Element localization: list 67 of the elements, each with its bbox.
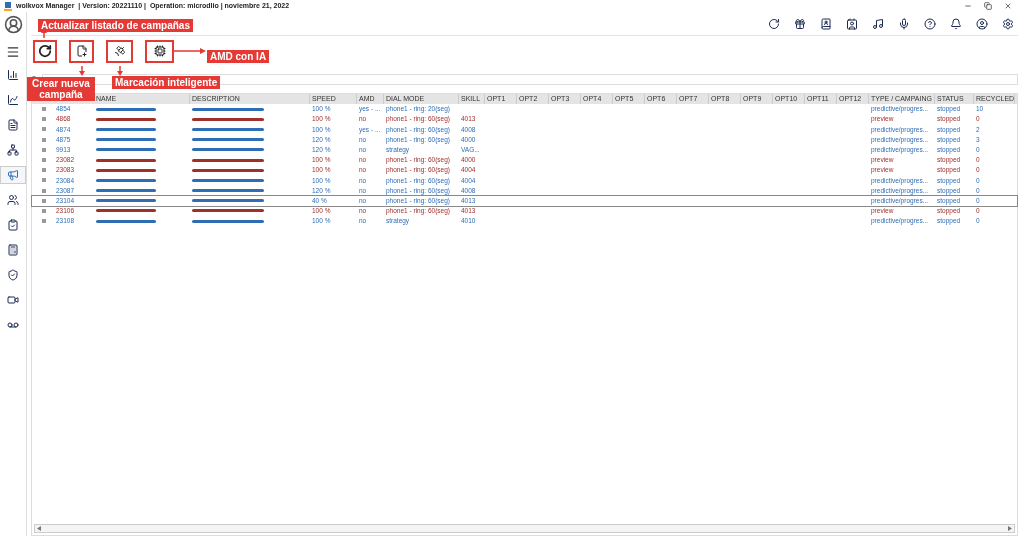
redacted-text	[192, 138, 264, 142]
refresh-icon	[38, 44, 52, 58]
callout-tooltip: AMD con IA	[207, 50, 270, 63]
refresh-button[interactable]	[33, 39, 57, 63]
status-square-icon	[42, 127, 46, 132]
amd-ai-button[interactable]	[145, 39, 174, 63]
settings-icon[interactable]	[1002, 17, 1014, 30]
document-icon	[7, 119, 19, 131]
calculator-icon	[7, 244, 19, 256]
status-square-icon	[42, 137, 46, 142]
line-chart-icon	[7, 94, 19, 106]
redacted-text	[192, 148, 264, 152]
hierarchy-icon	[7, 144, 19, 156]
shield-icon	[7, 269, 19, 281]
status-square-icon	[42, 168, 46, 173]
new-campaign-button[interactable]	[69, 39, 94, 63]
callout-tooltip: Marcación inteligente	[112, 76, 221, 89]
avatar-icon[interactable]	[3, 15, 23, 34]
notification-icon[interactable]	[950, 17, 962, 30]
redacted-text	[192, 178, 264, 182]
scroll-right-icon[interactable]	[1008, 526, 1012, 531]
megaphone-icon	[7, 169, 19, 181]
status-square-icon	[42, 178, 46, 183]
microphone-icon[interactable]	[898, 17, 910, 30]
refresh-icon[interactable]	[768, 17, 780, 30]
menu-icon[interactable]	[6, 45, 20, 59]
redacted-text	[192, 199, 264, 203]
video-icon	[7, 294, 19, 306]
status-square-icon	[42, 117, 46, 122]
status-square-icon	[42, 208, 46, 213]
people-icon	[7, 194, 19, 206]
redacted-text	[192, 127, 264, 131]
restore-icon[interactable]	[984, 2, 992, 10]
music-note-icon[interactable]	[872, 17, 884, 30]
voicemail-icon	[7, 319, 19, 331]
checklist-icon	[7, 219, 19, 231]
bar-chart-icon	[7, 69, 19, 81]
smart-dialing-button[interactable]	[106, 39, 133, 63]
status-square-icon	[42, 158, 46, 163]
gift-icon[interactable]	[794, 17, 806, 30]
contact-card-icon[interactable]	[846, 17, 858, 30]
close-icon[interactable]	[1004, 2, 1012, 10]
user-icon[interactable]	[976, 17, 988, 30]
arrow-icon	[117, 66, 123, 76]
redacted-text	[192, 219, 264, 223]
satellite-icon	[113, 45, 126, 57]
horizontal-scrollbar[interactable]	[34, 524, 1015, 533]
status-square-icon	[42, 188, 46, 193]
redacted-text	[192, 168, 264, 172]
redacted-text	[192, 107, 264, 111]
redacted-text	[192, 117, 264, 121]
scroll-left-icon[interactable]	[37, 526, 41, 531]
status-square-icon	[42, 107, 46, 112]
arrow-icon	[174, 48, 206, 54]
callout-tooltip: Crear nueva campaña	[27, 77, 95, 101]
contact-book-icon[interactable]	[820, 17, 832, 30]
redacted-text	[192, 158, 264, 162]
redacted-text	[192, 209, 264, 213]
document-plus-icon	[75, 45, 88, 57]
status-square-icon	[42, 219, 46, 224]
help-icon[interactable]	[924, 17, 936, 30]
callout-tooltip: Actualizar listado de campañas	[38, 19, 193, 32]
redacted-text	[192, 189, 264, 193]
status-square-icon	[42, 198, 46, 203]
app-logo-icon	[4, 1, 12, 11]
arrow-icon	[79, 66, 85, 76]
status-square-icon	[42, 147, 46, 152]
